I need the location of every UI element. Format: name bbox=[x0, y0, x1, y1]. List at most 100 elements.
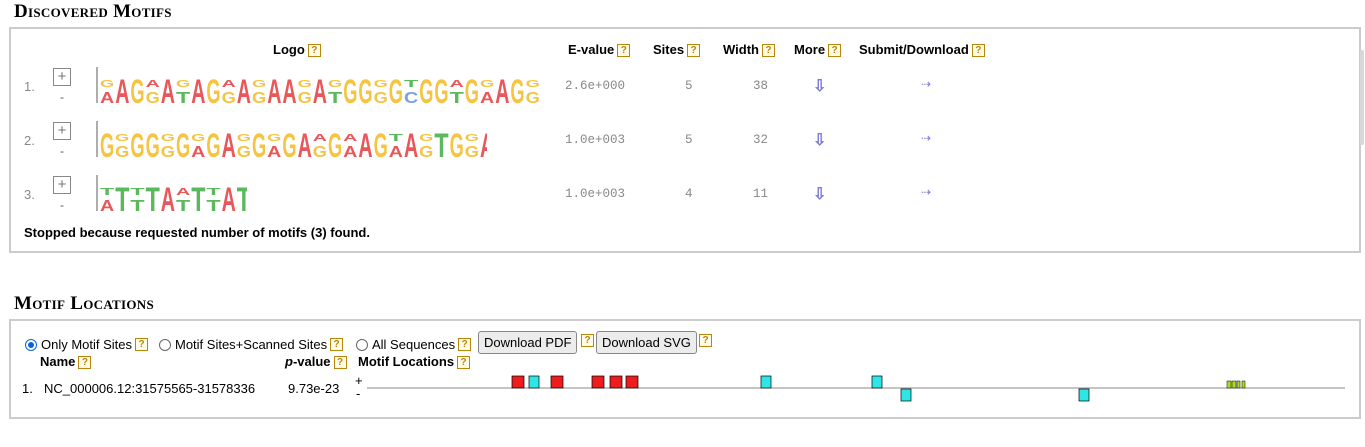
collapse-marker: - bbox=[60, 198, 64, 212]
radio-all-sequences[interactable]: All Sequences? bbox=[356, 337, 472, 352]
more-info-icon[interactable]: ⇩ bbox=[813, 76, 826, 96]
motif-number: 1. bbox=[24, 79, 35, 94]
logo-letter: A bbox=[450, 79, 464, 90]
logo-letter: A bbox=[343, 144, 358, 161]
motif-width: 38 bbox=[753, 79, 769, 93]
logo-letter: G bbox=[237, 144, 251, 161]
logo-letter: G bbox=[176, 79, 191, 90]
logo-letter: T bbox=[130, 187, 144, 198]
help-icon[interactable]: ? bbox=[135, 338, 149, 351]
logo-letter: A bbox=[282, 73, 296, 111]
logo-letter: G bbox=[419, 133, 434, 144]
logo-letter: G bbox=[374, 79, 389, 90]
scrollbar[interactable] bbox=[1360, 50, 1364, 145]
logo-letter: G bbox=[343, 73, 357, 111]
collapse-marker: - bbox=[60, 144, 64, 158]
logo-letter: T bbox=[237, 181, 247, 219]
logo-letter: G bbox=[130, 73, 144, 111]
logo-letter: A bbox=[343, 133, 357, 144]
radio-only-motif-sites[interactable]: Only Motif Sites? bbox=[25, 337, 149, 352]
sequence-pvalue: 9.73e-23 bbox=[288, 381, 340, 396]
help-icon[interactable]: ? bbox=[458, 338, 472, 351]
logo-letter: A bbox=[267, 144, 282, 161]
expand-button[interactable]: + bbox=[53, 176, 71, 194]
motif3-site bbox=[1236, 380, 1241, 389]
help-icon[interactable]: ? bbox=[78, 356, 92, 369]
expand-button[interactable]: + bbox=[53, 122, 71, 140]
sequence-logo[interactable]: AG A G GA A TG A G GA A GG A A GG A TG G G GG G CT G G TA G AG A G G… bbox=[87, 63, 557, 111]
logo-letter: A bbox=[237, 73, 251, 111]
help-icon[interactable]: ? bbox=[971, 44, 985, 57]
logo-letter: A bbox=[480, 90, 495, 107]
submit-arrow-icon[interactable]: ⇢ bbox=[921, 131, 931, 145]
motif-sites: 5 bbox=[685, 133, 693, 147]
submit-header: Submit/Download? bbox=[859, 42, 985, 57]
help-icon[interactable]: ? bbox=[307, 44, 321, 57]
more-info-icon[interactable]: ⇩ bbox=[813, 130, 826, 150]
logo-letter: A bbox=[358, 127, 372, 165]
logo-letter: T bbox=[328, 90, 343, 107]
help-icon[interactable]: ? bbox=[457, 356, 471, 369]
radio-unchecked-icon[interactable] bbox=[159, 338, 171, 351]
logo-letter: G bbox=[465, 73, 479, 111]
logo-letter: A bbox=[146, 79, 160, 90]
logo-letter: G bbox=[419, 144, 433, 161]
logo-letter: G bbox=[191, 133, 206, 144]
expand-button[interactable]: + bbox=[53, 68, 71, 86]
submit-arrow-icon[interactable]: ⇢ bbox=[921, 185, 931, 199]
motif2-site bbox=[900, 388, 912, 402]
logo-letter: G bbox=[222, 90, 236, 107]
location-row: 1. NC_000006.12:31575565-31578336 9.73e-… bbox=[11, 373, 1359, 411]
motif2-site bbox=[1078, 388, 1090, 402]
logo-letter: G bbox=[252, 90, 266, 107]
help-icon[interactable]: ? bbox=[330, 338, 344, 351]
help-icon[interactable]: ? bbox=[687, 44, 701, 57]
logo-letter: A bbox=[495, 73, 509, 111]
help-icon[interactable]: ? bbox=[617, 44, 631, 57]
radio-unchecked-icon[interactable] bbox=[356, 338, 368, 351]
name-header: Name? bbox=[40, 354, 92, 369]
logo-letter: G bbox=[130, 127, 144, 165]
motif1-site bbox=[609, 375, 623, 389]
motif2-site bbox=[760, 375, 772, 389]
motif2-site bbox=[528, 375, 540, 389]
sequence-name: NC_000006.12:31575565-31578336 bbox=[44, 381, 256, 396]
radio-motif-scanned-sites[interactable]: Motif Sites+Scanned Sites? bbox=[159, 337, 344, 352]
logo-letter: G bbox=[176, 127, 190, 165]
motif-location-track[interactable] bbox=[367, 375, 1347, 405]
logo-letter: T bbox=[434, 127, 448, 165]
logo-letter: T bbox=[146, 181, 160, 219]
motif-evalue: 2.6e+000 bbox=[565, 79, 626, 93]
more-info-icon[interactable]: ⇩ bbox=[813, 184, 826, 204]
logo-letter: A bbox=[313, 133, 327, 144]
logo-letter: G bbox=[161, 144, 175, 161]
download-svg-button[interactable]: Download SVG bbox=[596, 331, 697, 354]
submit-arrow-icon[interactable]: ⇢ bbox=[921, 77, 931, 91]
help-icon[interactable]: ? bbox=[828, 44, 842, 57]
logo-header: Logo? bbox=[273, 42, 321, 57]
stop-reason-text: Stopped because requested number of moti… bbox=[24, 225, 370, 240]
logo-letter: A bbox=[222, 79, 236, 90]
motif-sites: 4 bbox=[685, 187, 693, 201]
logo-letter: G bbox=[389, 73, 403, 111]
motif2-site bbox=[871, 375, 883, 389]
sequence-logo[interactable]: GGGGGGGGAGGAGGGAGGAGAGAAAGATAGGTGGGATG bbox=[87, 117, 487, 165]
help-icon[interactable]: ? bbox=[581, 334, 594, 347]
motif-row: 3. + - ATTTTTATATTTATTT 1.0e+003 4 11 ⇩ … bbox=[11, 171, 1359, 225]
help-icon[interactable]: ? bbox=[761, 44, 775, 57]
download-pdf-button[interactable]: Download PDF bbox=[478, 331, 578, 354]
sequence-logo[interactable]: ATTTTTATATTTATTT bbox=[87, 171, 247, 219]
more-header: More? bbox=[794, 42, 842, 57]
help-icon[interactable]: ? bbox=[333, 356, 347, 369]
motif3-site bbox=[1241, 380, 1246, 389]
help-icon[interactable]: ? bbox=[699, 334, 712, 347]
motif1-site bbox=[625, 375, 639, 389]
logo-letter: G bbox=[115, 144, 129, 161]
logo-letter: G bbox=[298, 90, 312, 107]
evalue-header: E-value? bbox=[568, 42, 631, 57]
logo-letter: A bbox=[100, 90, 115, 107]
logo-letter: G bbox=[480, 79, 495, 90]
radio-checked-icon[interactable] bbox=[25, 338, 37, 351]
motif3-site bbox=[1226, 380, 1232, 389]
logo-letter: A bbox=[267, 73, 281, 111]
